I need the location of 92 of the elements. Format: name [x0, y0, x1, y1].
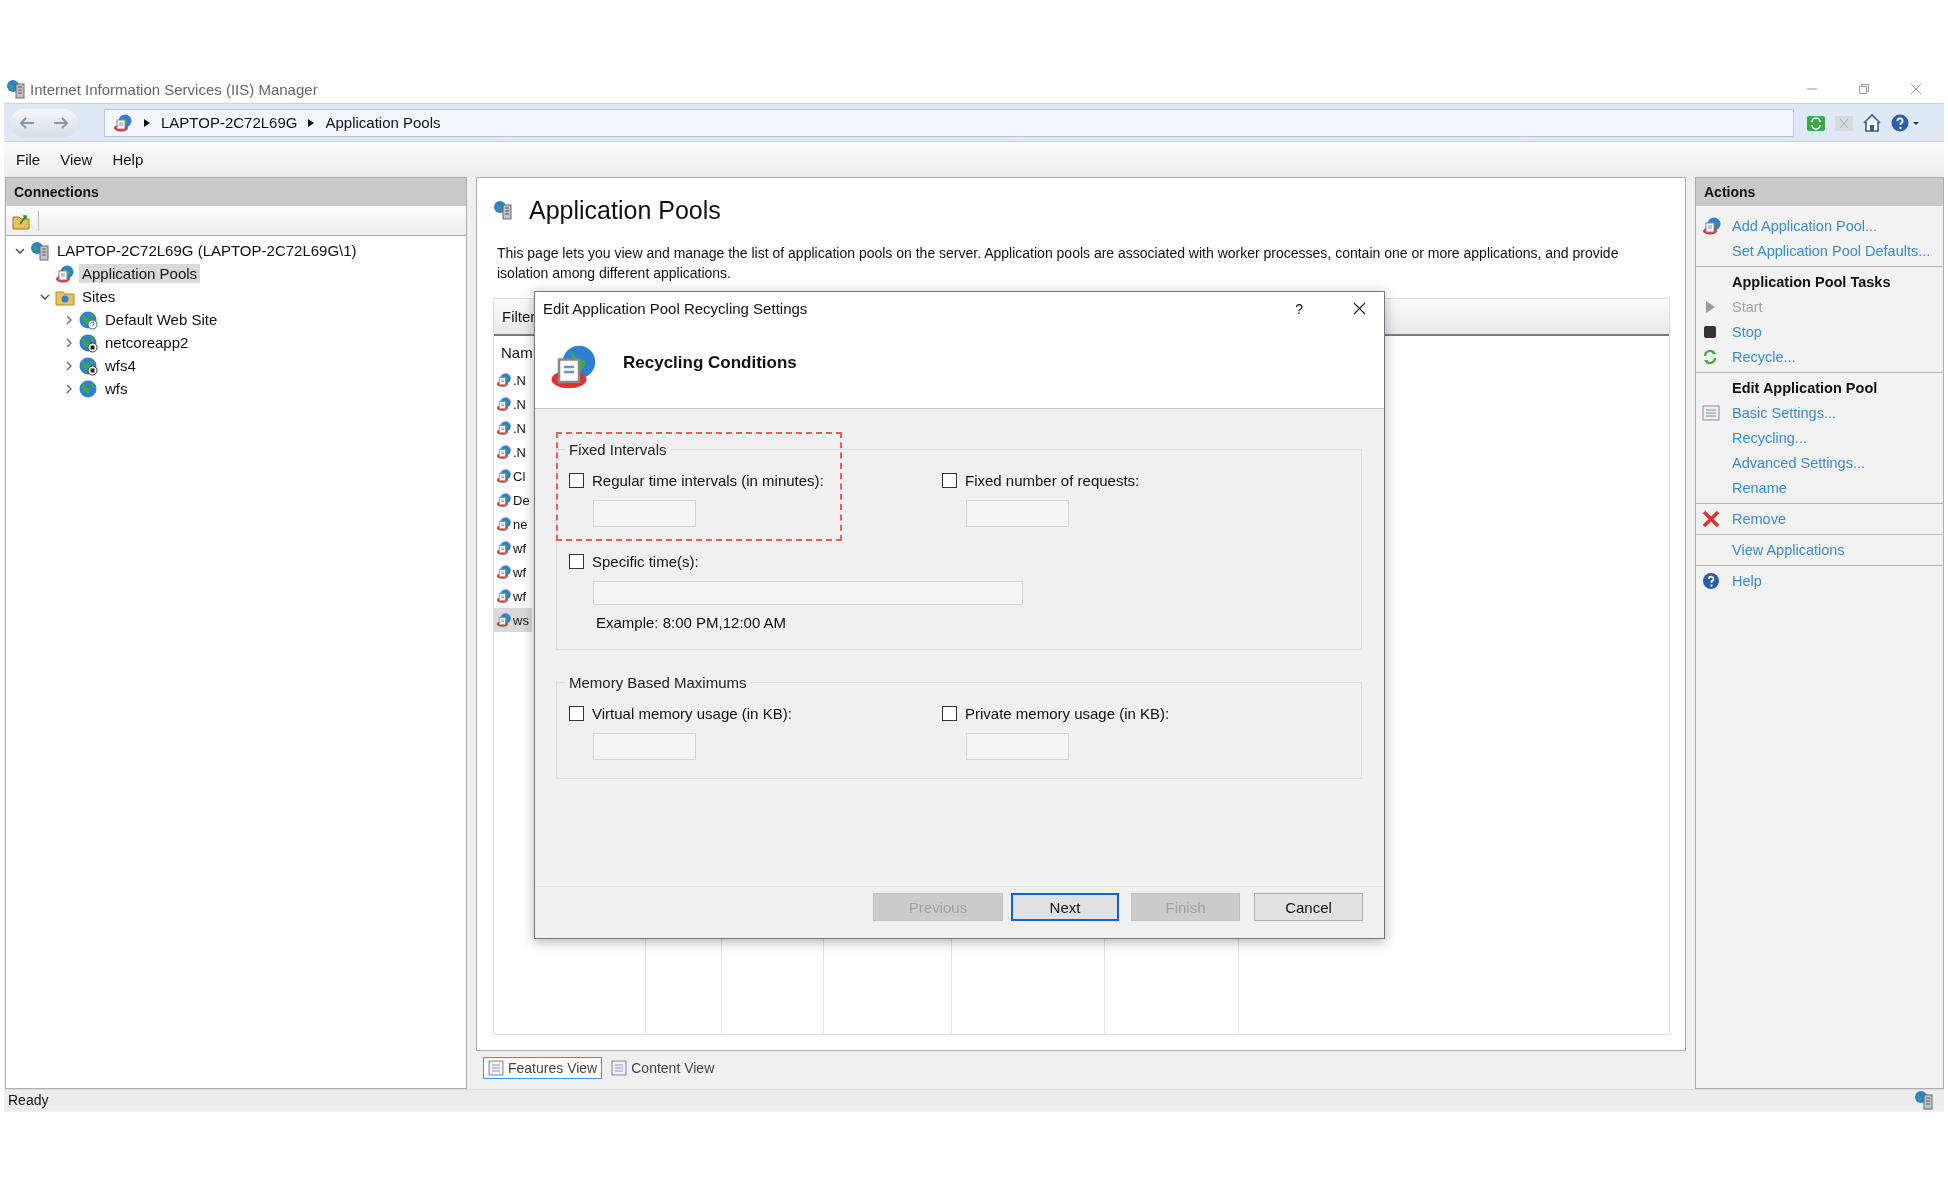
home-icon[interactable] [1862, 112, 1882, 133]
list-row[interactable]: Cl [494, 464, 532, 488]
tree-item[interactable]: wfs [102, 379, 131, 398]
app-pool-icon [496, 468, 512, 484]
checkbox-label: Private memory usage (in KB): [965, 705, 1170, 722]
app-pool-icon [113, 112, 133, 133]
dialog-button[interactable]: Cancel [1254, 893, 1363, 921]
help-icon [1702, 571, 1720, 590]
server-icon [30, 240, 50, 261]
tree-item[interactable]: Sites [79, 287, 119, 306]
close-icon[interactable] [1353, 302, 1366, 315]
app-pool-icon [496, 372, 512, 388]
navigation-buttons[interactable] [10, 108, 78, 137]
restore-icon[interactable] [1858, 83, 1870, 95]
back-arrow-icon[interactable] [19, 115, 35, 130]
tree-item[interactable]: netcoreapp2 [102, 333, 192, 352]
app-pool-icon [496, 540, 512, 556]
section-heading: Edit Application Pool [1732, 379, 1878, 396]
checkbox[interactable] [569, 554, 584, 569]
window-title: Internet Information Services (IIS) Manager [30, 80, 318, 98]
filter-label: Filter [502, 308, 536, 325]
tree-item[interactable]: Application Pools [79, 264, 201, 283]
list-view-icon [611, 1060, 628, 1076]
example-text: Example: 8:00 PM,12:00 AM [596, 614, 788, 631]
view-tab[interactable]: Content View [606, 1057, 720, 1079]
column-header[interactable]: Nam [501, 343, 533, 361]
status-text: Ready [8, 1092, 49, 1108]
app-pool-icon [496, 564, 512, 580]
view-tab[interactable]: Features View [483, 1057, 603, 1079]
app-pool-icon [496, 396, 512, 412]
checkbox-label: Specific time(s): [592, 553, 699, 570]
checkbox[interactable] [942, 706, 957, 721]
list-row[interactable]: wf [494, 584, 532, 608]
forward-arrow-icon[interactable] [53, 115, 69, 130]
checkbox-label: Virtual memory usage (in KB): [592, 705, 792, 722]
list-row[interactable]: ws [494, 608, 532, 632]
app-pool-icon [496, 420, 512, 436]
list-row[interactable]: ne [494, 512, 532, 536]
group-title: Memory Based Maximums [568, 674, 748, 691]
stop-icon [1702, 323, 1718, 340]
section-heading: Application Pool Tasks [1732, 273, 1891, 290]
checkbox[interactable] [569, 706, 584, 721]
list-view-icon [488, 1060, 504, 1076]
panel-title: Connections [14, 184, 99, 200]
app-pool-icon [496, 516, 512, 532]
add-pool-icon [1702, 215, 1722, 236]
page-description: This page lets you view and manage the list of application pools on the server. Application pools are associated with worker processes, contain one or more applications, and provide isolation among different applications. [497, 244, 1620, 283]
list-row[interactable]: .N [494, 440, 532, 464]
tree-item[interactable]: Default Web Site [102, 310, 221, 329]
app-pool-icon [496, 588, 512, 604]
page-title: Application Pools [529, 195, 721, 225]
list-row[interactable]: De [494, 488, 532, 512]
dialog-button[interactable]: Next [1011, 893, 1119, 921]
globe-icon [78, 332, 98, 353]
list-row[interactable]: .N [494, 368, 532, 392]
help-icon[interactable] [1890, 112, 1920, 133]
address-field[interactable]: LAPTOP-2C72L69G Application Pools [104, 108, 1794, 137]
checkbox-label: Fixed number of requests: [965, 472, 1140, 489]
checkbox[interactable] [942, 473, 957, 488]
menu-item[interactable]: File [16, 151, 55, 168]
dialog-heading: Recycling Conditions [623, 352, 797, 373]
help-button[interactable]: ? [1295, 300, 1303, 317]
panel-title: Actions [1704, 184, 1756, 200]
app-icon [6, 79, 26, 99]
server-status-icon [1914, 1090, 1934, 1110]
breadcrumb-item[interactable]: Application Pools [325, 114, 441, 131]
remove-icon [1702, 509, 1720, 528]
globe-icon [78, 378, 98, 399]
list-row[interactable]: wf [494, 536, 532, 560]
tree-item[interactable]: LAPTOP-2C72L69G (LAPTOP-2C72L69G\1) [54, 241, 360, 260]
group-title: Fixed Intervals [568, 441, 668, 458]
list-row[interactable]: wf [494, 560, 532, 584]
app-pools-header-icon [493, 200, 513, 220]
app-pool-icon [496, 444, 512, 460]
breadcrumb-item[interactable]: LAPTOP-2C72L69G [161, 114, 298, 131]
app-pool-icon [55, 263, 75, 284]
breadcrumb-arrow-icon [307, 117, 316, 128]
tree-item[interactable]: wfs4 [102, 356, 139, 375]
globe-icon [78, 355, 98, 376]
breadcrumb-arrow-icon [143, 117, 151, 128]
app-pool-icon [496, 612, 512, 628]
checkbox[interactable] [569, 473, 584, 488]
menu-item[interactable]: Help [112, 151, 158, 168]
app-pool-icon [496, 492, 512, 508]
settings-page-icon [1702, 403, 1720, 422]
recycle-icon [1702, 348, 1718, 365]
globe-icon [78, 309, 98, 330]
list-row[interactable]: .N [494, 416, 532, 440]
list-row[interactable]: .N [494, 392, 532, 416]
checkbox-label: Regular time intervals (in minutes): [592, 472, 824, 489]
menu-item[interactable]: View [60, 151, 107, 168]
dialog-title: Edit Application Pool Recycling Settings [543, 300, 808, 317]
